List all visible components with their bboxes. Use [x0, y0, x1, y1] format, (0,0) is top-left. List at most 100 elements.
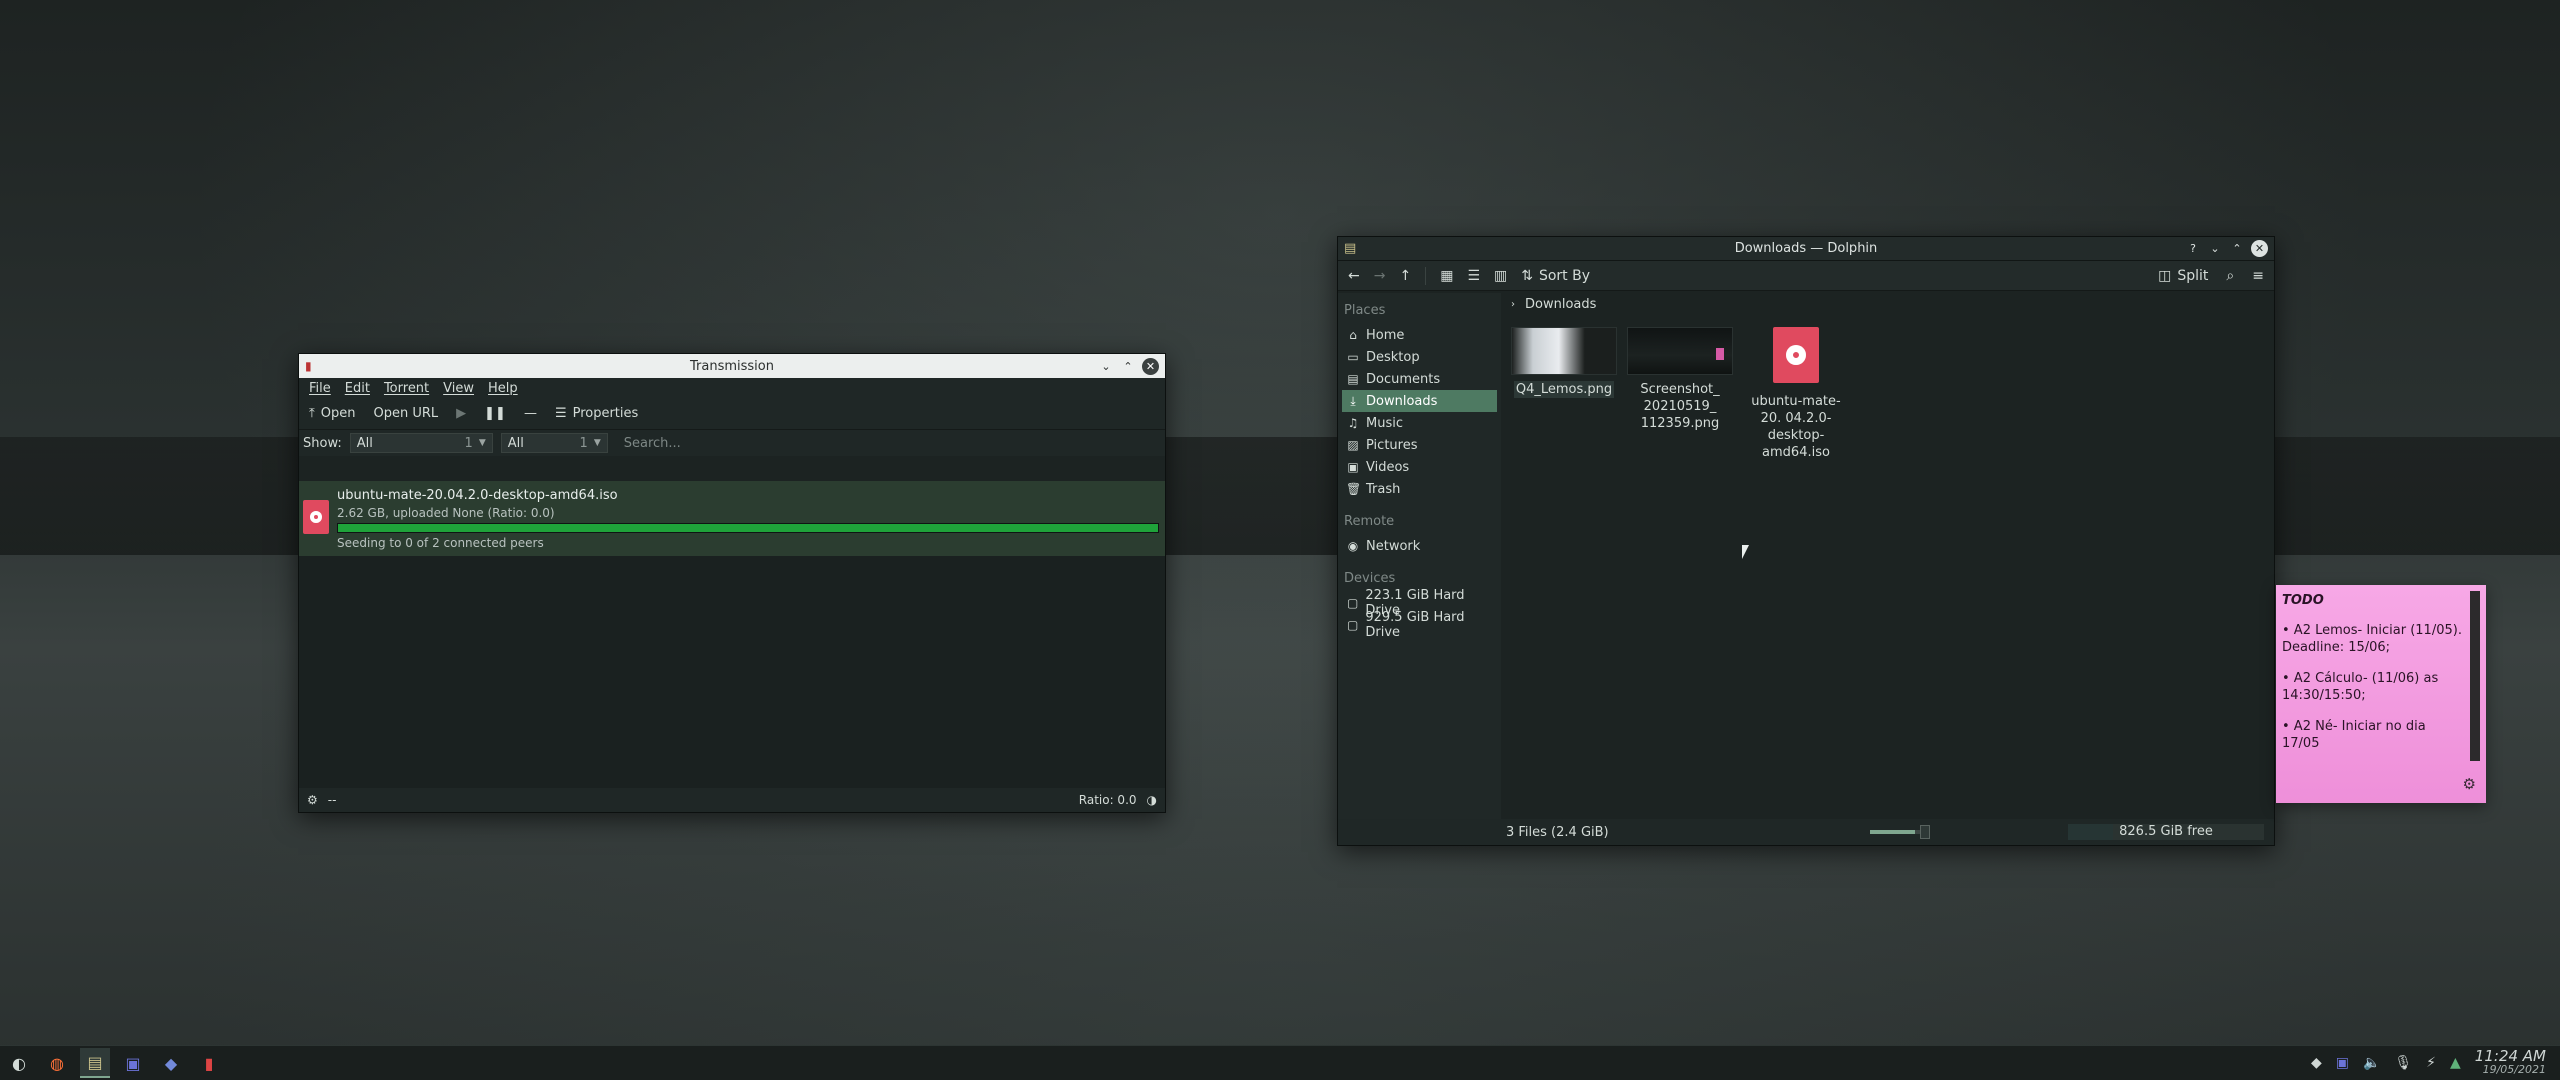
place-desktop[interactable]: ▭ Desktop — [1342, 346, 1497, 368]
drive-icon: ▢ — [1347, 596, 1359, 610]
chevron-down-icon: ▼ — [593, 438, 601, 448]
dolphin-toolbar: ← → ↑ ▦ ☰ ▥ ⇅ Sort By ◫ Split ⌕ ≡ — [1338, 261, 2274, 291]
status-filter-select[interactable]: All 1 ▼ — [349, 433, 493, 453]
open-url-button[interactable]: Open URL — [373, 406, 438, 421]
transmission-titlebar[interactable]: ▮ Transmission ⌄ ⌃ ✕ — [299, 354, 1165, 378]
zoom-slider-fill — [1870, 830, 1915, 834]
transmission-statusbar: ⚙ -- Ratio: 0.0 ◑ — [299, 788, 1165, 812]
place-videos[interactable]: ▣ Videos — [1342, 456, 1497, 478]
pause-button[interactable]: ❚❚ — [484, 406, 506, 421]
properties-button[interactable]: ☰ Properties — [555, 406, 638, 421]
teams-tray-icon[interactable]: ▣ — [2336, 1055, 2349, 1071]
documents-icon: ▤ — [1347, 372, 1359, 386]
drive-icon: ▢ — [1347, 618, 1359, 632]
help-icon[interactable]: ? — [2185, 241, 2201, 257]
gear-icon[interactable]: ⚙ — [307, 793, 318, 807]
split-button[interactable]: ◫ Split — [2158, 268, 2208, 284]
place-downloads[interactable]: ⤓ Downloads — [1342, 390, 1497, 412]
details-view-icon[interactable]: ☰ — [1467, 268, 1480, 284]
menu-view[interactable]: View — [443, 381, 474, 396]
torrent-row[interactable]: ubuntu-mate-20.04.2.0-desktop-amd64.iso … — [299, 481, 1165, 556]
transmission-toolbar: ⤒ Open Open URL ▶ ❚❚ — ☰ Properties — [299, 398, 1165, 430]
pictures-icon: ▨ — [1347, 438, 1359, 452]
zoom-slider[interactable] — [1870, 825, 1930, 839]
hamburger-menu-icon[interactable]: ≡ — [2252, 268, 2264, 284]
file-item[interactable]: ubuntu-mate-20. 04.2.0-desktop- amd64.is… — [1743, 327, 1849, 461]
teams-icon[interactable]: ▣ — [118, 1048, 148, 1078]
dolphin-statusbar: 3 Files (2.4 GiB) 826.5 GiB free — [1338, 819, 2274, 845]
minimize-icon[interactable]: ⌄ — [2207, 241, 2223, 257]
downloads-icon: ⤓ — [1350, 393, 1356, 408]
ratio-toggle-icon[interactable]: ◑ — [1147, 793, 1157, 807]
network-disconnected-icon[interactable]: ⚡ — [2426, 1055, 2436, 1071]
mouse-cursor — [1742, 545, 1749, 559]
split-icon: ◫ — [2158, 267, 2172, 284]
menubar: File Edit Torrent View Help — [299, 378, 1165, 398]
open-button[interactable]: ⤒ Open — [309, 406, 355, 421]
menu-edit[interactable]: Edit — [345, 381, 370, 396]
expand-tray-icon[interactable]: ▲ — [2450, 1055, 2461, 1071]
disc-image-icon — [1773, 327, 1819, 383]
close-icon[interactable]: ✕ — [1142, 357, 1159, 375]
maximize-icon[interactable]: ⌃ — [2229, 241, 2245, 257]
place-label: Music — [1366, 415, 1403, 431]
device-drive-2[interactable]: ▢ 929.5 GiB Hard Drive — [1342, 610, 1497, 640]
place-music[interactable]: ♫ Music — [1342, 412, 1497, 434]
todo-item: • A2 Cálculo- (11/06) as 14:30/15:50; — [2282, 671, 2439, 703]
remove-button[interactable]: — — [524, 406, 537, 421]
clock[interactable]: 11:24 AM 19/05/2021 — [2475, 1049, 2546, 1077]
menu-file[interactable]: File — [309, 381, 331, 396]
back-icon[interactable]: ← — [1348, 268, 1360, 284]
close-icon[interactable]: ✕ — [2251, 240, 2268, 257]
chevron-right-icon[interactable]: › — [1511, 299, 1515, 310]
file-name: Screenshot_ 20210519_ 112359.png — [1640, 382, 1720, 431]
menu-help[interactable]: Help — [488, 381, 518, 396]
forward-icon[interactable]: → — [1374, 268, 1386, 284]
file-view[interactable]: › Downloads Q4_Lemos.png Screenshot_ 202… — [1501, 293, 2274, 819]
sticky-title: TODO — [2282, 593, 2324, 608]
compact-view-icon[interactable]: ▥ — [1494, 268, 1507, 284]
place-label: Videos — [1366, 459, 1410, 475]
search-input[interactable]: Search... — [616, 436, 681, 451]
start-button[interactable]: ▶ — [456, 406, 466, 421]
free-space-indicator[interactable]: 826.5 GiB free — [2068, 824, 2264, 840]
place-pictures[interactable]: ▨ Pictures — [1342, 434, 1497, 456]
menu-torrent[interactable]: Torrent — [384, 381, 429, 396]
search-icon[interactable]: ⌕ — [2226, 268, 2234, 284]
trash-icon: 🗑 — [1346, 482, 1362, 496]
transmission-task-icon[interactable]: ▮ — [194, 1048, 224, 1078]
gear-icon[interactable]: ⚙ — [2463, 775, 2476, 793]
application-launcher-icon[interactable]: ◐ — [4, 1048, 34, 1078]
file-item[interactable]: Screenshot_ 20210519_ 112359.png — [1627, 327, 1733, 461]
minimize-icon[interactable]: ⌄ — [1098, 358, 1114, 374]
microphone-icon[interactable]: 🎙 — [2394, 1055, 2412, 1071]
zoom-slider-handle[interactable] — [1920, 825, 1930, 839]
transmission-window: ▮ Transmission ⌄ ⌃ ✕ File Edit Torrent V… — [298, 353, 1166, 813]
ratio-text: Ratio: 0.0 — [1078, 793, 1137, 807]
up-icon[interactable]: ↑ — [1399, 268, 1411, 284]
scrollbar[interactable] — [2470, 591, 2480, 761]
firefox-icon[interactable]: ◍ — [42, 1048, 72, 1078]
place-network[interactable]: ◉ Network — [1342, 535, 1497, 557]
window-title: Downloads — Dolphin — [1734, 241, 1878, 256]
volume-icon[interactable]: 🔈 — [2363, 1055, 2380, 1071]
breadcrumb-downloads[interactable]: Downloads — [1525, 297, 1596, 312]
discord-icon[interactable]: ◆ — [156, 1048, 186, 1078]
dolphin-task-icon[interactable]: ▤ — [80, 1048, 110, 1078]
dolphin-titlebar[interactable]: ▤ Downloads — Dolphin ? ⌄ ⌃ ✕ — [1338, 237, 2274, 261]
system-tray: ◆ ▣ 🔈 🎙 ⚡ ▲ 11:24 AM 19/05/2021 — [2311, 1049, 2560, 1077]
sort-by-button[interactable]: ⇅ Sort By — [1521, 268, 1590, 284]
place-home[interactable]: ⌂ Home — [1342, 324, 1497, 346]
music-icon: ♫ — [1347, 416, 1359, 430]
speed-indicator: -- — [327, 793, 337, 807]
place-trash[interactable]: 🗑 Trash — [1342, 478, 1497, 500]
place-documents[interactable]: ▤ Documents — [1342, 368, 1497, 390]
sticky-note-widget[interactable]: TODO • A2 Lemos- Iniciar (11/05). Deadli… — [2276, 585, 2486, 803]
file-item[interactable]: Q4_Lemos.png — [1511, 327, 1617, 461]
icons-view-icon[interactable]: ▦ — [1440, 268, 1453, 284]
maximize-icon[interactable]: ⌃ — [1120, 358, 1136, 374]
tracker-filter-select[interactable]: All 1 ▼ — [500, 433, 608, 453]
discord-tray-icon[interactable]: ◆ — [2311, 1055, 2322, 1071]
file-name: Q4_Lemos.png — [1513, 381, 1615, 398]
torrent-status: Seeding to 0 of 2 connected peers — [337, 536, 544, 550]
